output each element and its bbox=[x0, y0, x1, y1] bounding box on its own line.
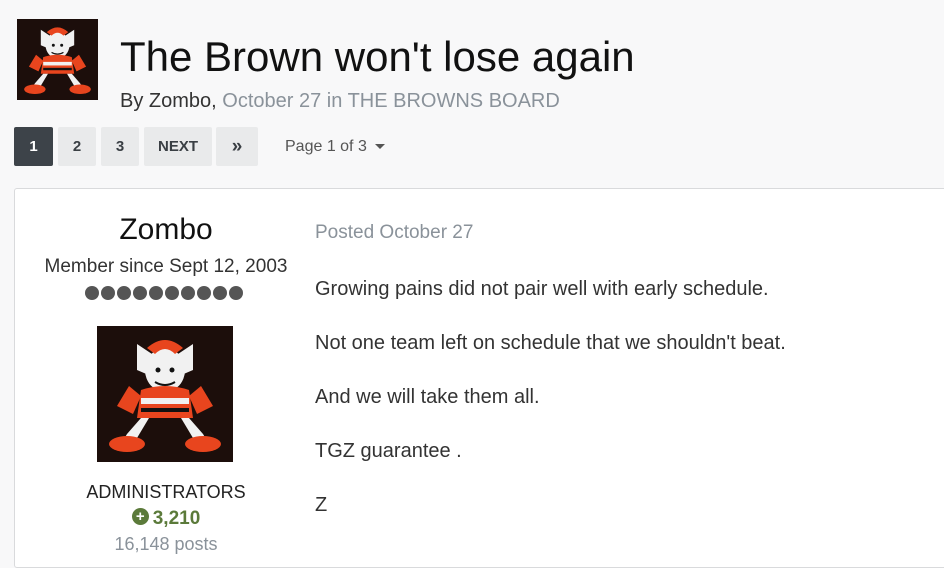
browns-elf-logo-icon[interactable] bbox=[17, 19, 98, 100]
page-button-2[interactable]: 2 bbox=[58, 127, 96, 166]
page-button-1[interactable]: 1 bbox=[14, 127, 53, 166]
member-since: Member since Sept 12, 2003 bbox=[44, 256, 288, 277]
post-card: Zombo Member since Sept 12, 2003 ADMINIS… bbox=[14, 188, 944, 568]
rank-pip bbox=[149, 286, 163, 300]
rank-pips bbox=[85, 286, 245, 302]
author-name-link[interactable]: Zombo bbox=[15, 213, 317, 247]
plus-circle-icon: + bbox=[131, 508, 149, 526]
rank-pip bbox=[197, 286, 211, 300]
rank-pip bbox=[165, 286, 179, 300]
author-group: ADMINISTRATORS bbox=[86, 482, 246, 502]
rank-pip bbox=[117, 286, 131, 300]
reputation-value: 3,210 bbox=[152, 508, 201, 529]
post-body-line: Growing pains did not pair well with ear… bbox=[315, 278, 769, 300]
post-body-line: TGZ guarantee . bbox=[315, 440, 462, 462]
byline-date: October 27 bbox=[222, 90, 322, 112]
last-page-button[interactable]: » bbox=[216, 127, 258, 166]
rank-pip bbox=[229, 286, 243, 300]
browns-elf-logo-icon bbox=[97, 326, 233, 462]
double-chevron-right-icon: » bbox=[231, 136, 243, 157]
page-of-label: Page 1 of 3 bbox=[285, 138, 367, 155]
rank-pip bbox=[181, 286, 195, 300]
byline-forum-link[interactable]: THE BROWNS BOARD bbox=[348, 90, 560, 112]
author-avatar[interactable] bbox=[97, 326, 233, 462]
byline-by: By bbox=[120, 90, 144, 112]
rank-pip bbox=[101, 286, 115, 300]
post-body-line: And we will take them all. bbox=[315, 386, 540, 408]
topic-byline: By Zombo, October 27 in THE BROWNS BOARD bbox=[120, 90, 560, 112]
post-date: Posted October 27 bbox=[315, 222, 474, 243]
page-jump-dropdown[interactable]: Page 1 of 3 bbox=[285, 127, 385, 166]
byline-in: in bbox=[326, 90, 343, 112]
reputation-badge[interactable]: +3,210 bbox=[15, 508, 317, 530]
post-body-line: Z bbox=[315, 494, 328, 516]
rank-pip bbox=[85, 286, 99, 300]
rank-pip bbox=[213, 286, 227, 300]
author-post-count: 16,148 posts bbox=[114, 534, 218, 554]
post-body-line: Not one team left on schedule that we sh… bbox=[315, 332, 786, 354]
caret-down-icon bbox=[374, 144, 385, 150]
byline-author-link[interactable]: Zombo bbox=[149, 90, 211, 112]
rank-pip bbox=[133, 286, 147, 300]
page-title: The Brown won't lose again bbox=[120, 33, 635, 80]
page-button-3[interactable]: 3 bbox=[101, 127, 139, 166]
next-page-button[interactable]: NEXT bbox=[144, 127, 212, 166]
